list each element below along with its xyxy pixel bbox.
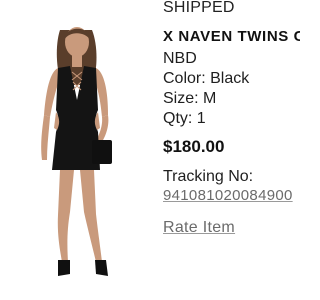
order-item-card: SHIPPED X NAVEN TWINS C NBD Color: Black…	[0, 0, 300, 300]
tracking-number-link[interactable]: 941081020084900	[163, 186, 293, 206]
product-color: Color: Black	[163, 70, 250, 87]
product-title[interactable]: X NAVEN TWINS C	[163, 27, 300, 47]
shipping-status: SHIPPED	[163, 0, 235, 16]
rate-item-link[interactable]: Rate Item	[163, 218, 235, 238]
order-item-details: SHIPPED X NAVEN TWINS C NBD Color: Black…	[163, 0, 300, 300]
product-brand: NBD	[163, 50, 197, 67]
model-in-dress-image	[41, 27, 112, 276]
product-quantity: Qty: 1	[163, 110, 206, 127]
product-size: Size: M	[163, 90, 217, 107]
tracking-label: Tracking No:	[163, 168, 254, 185]
product-image[interactable]	[0, 0, 150, 300]
product-price: $180.00	[163, 137, 225, 156]
